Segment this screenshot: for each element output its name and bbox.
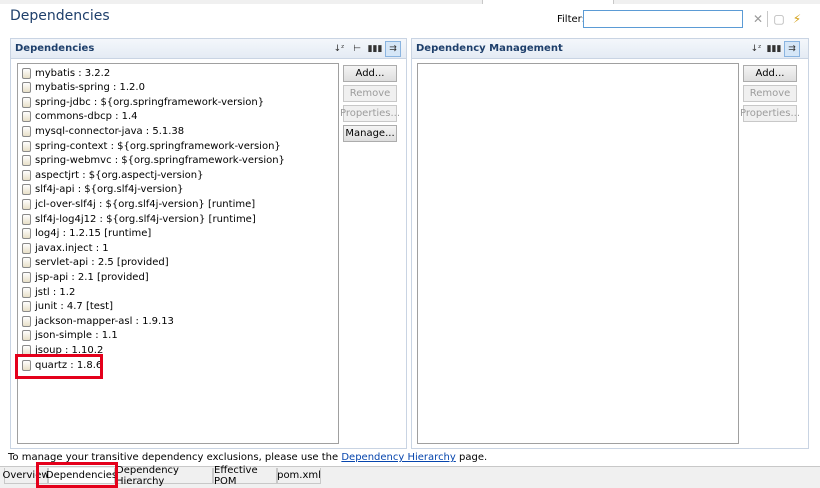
dependency-label: mysql-connector-java : 5.1.38 <box>35 125 185 137</box>
dependency-list-item[interactable]: spring-jdbc : ${org.springframework-vers… <box>22 95 264 109</box>
dependency-list-item[interactable]: jstl : 1.2 <box>22 285 75 299</box>
page-title: Dependencies <box>10 8 110 24</box>
dependency-management-section-header: Dependency Management ↓ᶻ ▮▮▮ ⇉ <box>412 39 808 59</box>
dependency-list-item[interactable]: slf4j-log4j12 : ${org.slf4j-version} [ru… <box>22 212 256 226</box>
dependency-list-item[interactable]: mybatis-spring : 1.2.0 <box>22 81 145 95</box>
dependency-label: spring-context : ${org.springframework-v… <box>35 140 281 152</box>
dependency-label: javax.inject : 1 <box>35 242 109 254</box>
footer-text-after: page. <box>455 452 488 463</box>
add-managed-dependency-button[interactable]: Add... <box>743 65 797 82</box>
dependency-list-item[interactable]: jsp-api : 2.1 [provided] <box>22 270 149 284</box>
toolbar-separator <box>767 11 768 27</box>
managed-dependency-properties-button[interactable]: Properties... <box>740 105 800 122</box>
show-groupid-icon[interactable]: ⇉ <box>784 41 800 57</box>
dependency-list-item[interactable]: log4j : 1.2.15 [runtime] <box>22 227 151 241</box>
dependency-label: slf4j-api : ${org.slf4j-version} <box>35 184 184 196</box>
show-version-icon[interactable]: ▮▮▮ <box>367 41 383 57</box>
jar-icon <box>22 330 31 342</box>
remove-dependency-button[interactable]: Remove <box>343 85 397 102</box>
dependency-hierarchy-link[interactable]: Dependency Hierarchy <box>341 452 455 463</box>
dependencies-list[interactable]: mybatis : 3.2.2 mybatis-spring : 1.2.0 spr… <box>17 63 339 444</box>
dependency-list-item[interactable]: aspectjrt : ${org.aspectj-version} <box>22 168 203 182</box>
dependency-label: json-simple : 1.1 <box>35 330 118 342</box>
dependency-label: spring-webmvc : ${org.springframework-ve… <box>35 155 285 167</box>
manage-dependencies-button[interactable]: Manage... <box>343 125 397 142</box>
resolve-dependencies-icon[interactable]: ⚡ <box>789 11 805 27</box>
jar-icon <box>22 301 31 313</box>
filter-label: Filter: <box>557 14 585 25</box>
jar-icon <box>22 257 31 269</box>
jar-icon <box>22 198 31 210</box>
show-version-icon[interactable]: ▮▮▮ <box>766 41 782 57</box>
dependency-list-item[interactable]: spring-webmvc : ${org.springframework-ve… <box>22 154 285 168</box>
dependency-list-item[interactable]: servlet-api : 2.5 [provided] <box>22 256 169 270</box>
tab-dependency-hierarchy[interactable]: Dependency Hierarchy <box>115 465 213 487</box>
sort-icon[interactable]: ↓ᶻ <box>331 41 347 57</box>
jar-icon <box>22 286 31 298</box>
editor-top-strip <box>0 0 820 4</box>
dependencies-section: Dependencies ↓ᶻ ⊢ ▮▮▮ ⇉ mybatis : 3.2.2 m… <box>10 38 407 449</box>
jar-icon <box>22 140 31 152</box>
dependency-list-item[interactable]: junit : 4.7 [test] <box>22 300 113 314</box>
dependencies-section-title: Dependencies <box>15 43 95 54</box>
dependency-label: mybatis : 3.2.2 <box>35 67 111 79</box>
dependency-label: commons-dbcp : 1.4 <box>35 111 138 123</box>
dependency-label: spring-jdbc : ${org.springframework-vers… <box>35 96 265 108</box>
dependency-properties-button[interactable]: Properties... <box>340 105 400 122</box>
jar-icon <box>22 213 31 225</box>
jar-icon <box>22 111 31 123</box>
dependencies-section-header: Dependencies ↓ᶻ ⊢ ▮▮▮ ⇉ <box>11 39 406 59</box>
jar-icon <box>22 242 31 254</box>
dependency-list-item[interactable]: spring-context : ${org.springframework-v… <box>22 139 281 153</box>
dependency-management-list[interactable] <box>417 63 739 444</box>
dependency-label: slf4j-log4j12 : ${org.slf4j-version} [ru… <box>35 213 256 225</box>
remove-managed-dependency-button[interactable]: Remove <box>743 85 797 102</box>
dependency-list-item[interactable]: mybatis : 3.2.2 <box>22 66 110 80</box>
dependency-list-item[interactable]: mysql-connector-java : 5.1.38 <box>22 124 184 138</box>
editor-tabs: Overview Dependencies Dependency Hierarc… <box>0 465 820 488</box>
jar-icon <box>22 315 31 327</box>
dependency-label: junit : 4.7 [test] <box>35 301 113 313</box>
dependency-list-item[interactable]: jackson-mapper-asl : 1.9.13 <box>22 314 174 328</box>
quartz-highlight <box>15 354 103 379</box>
dependency-list-item[interactable]: json-simple : 1.1 <box>22 329 118 343</box>
add-dependency-button[interactable]: Add... <box>343 65 397 82</box>
jar-icon <box>22 169 31 181</box>
jar-icon <box>22 96 31 108</box>
dependencies-tab-highlight <box>36 462 118 488</box>
dependency-label: aspectjrt : ${org.aspectj-version} <box>35 169 204 181</box>
jar-icon <box>22 155 31 167</box>
dependency-list-item[interactable]: slf4j-api : ${org.slf4j-version} <box>22 183 184 197</box>
jar-icon <box>22 125 31 137</box>
dependency-management-section: Dependency Management ↓ᶻ ▮▮▮ ⇉ Add... Re… <box>411 38 809 449</box>
dependency-label: mybatis-spring : 1.2.0 <box>35 82 145 94</box>
dependency-management-section-title: Dependency Management <box>416 43 563 54</box>
jar-icon <box>22 67 31 79</box>
jar-icon <box>22 184 31 196</box>
filter-input[interactable] <box>583 10 743 28</box>
dependency-label: jackson-mapper-asl : 1.9.13 <box>35 315 174 327</box>
sort-icon[interactable]: ↓ᶻ <box>748 41 764 57</box>
jar-icon <box>22 82 31 94</box>
tab-effective-pom[interactable]: Effective POM <box>213 465 277 487</box>
tab-pom-xml[interactable]: pom.xml <box>277 468 321 484</box>
dependency-list-item[interactable]: javax.inject : 1 <box>22 241 109 255</box>
clear-filter-icon[interactable]: ✕ <box>750 11 766 27</box>
jar-icon <box>22 228 31 240</box>
dependency-label: jsp-api : 2.1 [provided] <box>35 271 149 283</box>
dependency-label: log4j : 1.2.15 [runtime] <box>35 228 152 240</box>
dependency-label: jstl : 1.2 <box>35 286 76 298</box>
dependency-list-item[interactable]: commons-dbcp : 1.4 <box>22 110 138 124</box>
dependency-label: jcl-over-slf4j : ${org.slf4j-version} [r… <box>35 198 256 210</box>
show-groupid-icon[interactable]: ⇉ <box>385 41 401 57</box>
jar-icon <box>22 271 31 283</box>
hierarchy-icon[interactable]: ⊢ <box>349 41 365 57</box>
copy-icon[interactable]: ▢ <box>771 11 787 27</box>
dependency-label: servlet-api : 2.5 [provided] <box>35 257 169 269</box>
dependency-list-item[interactable]: jcl-over-slf4j : ${org.slf4j-version} [r… <box>22 197 255 211</box>
